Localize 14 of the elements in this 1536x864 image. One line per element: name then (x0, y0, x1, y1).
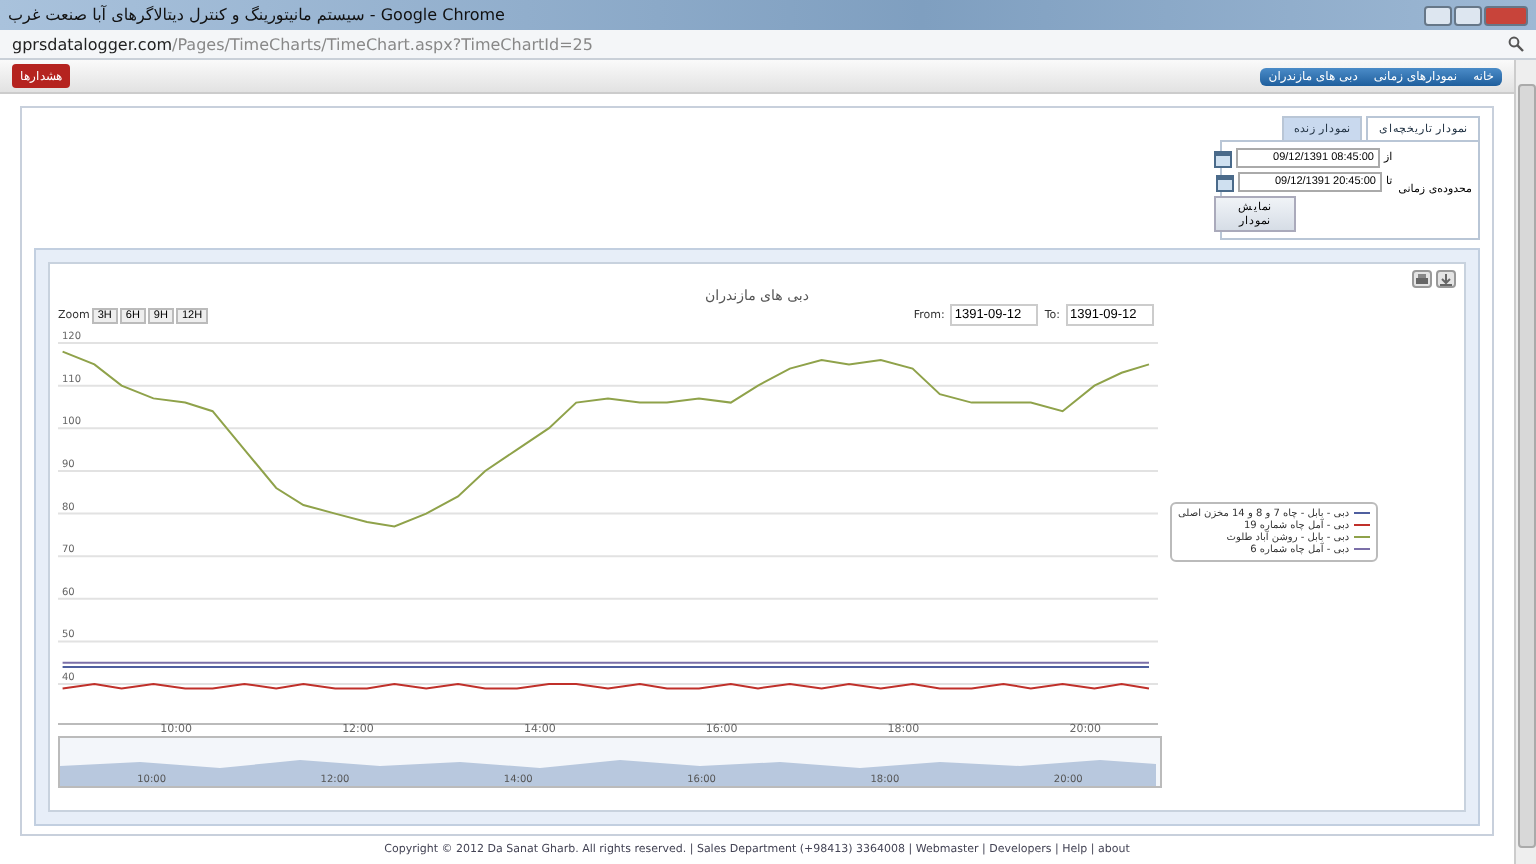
close-button[interactable] (1484, 5, 1528, 25)
minimize-button[interactable] (1424, 5, 1452, 25)
legend-line (1353, 536, 1370, 538)
legend-line (1353, 512, 1370, 514)
maximize-button[interactable] (1454, 5, 1482, 25)
calendar-icon[interactable] (1215, 173, 1234, 191)
scrollbar[interactable] (1514, 60, 1536, 864)
calendar-icon[interactable] (1213, 149, 1232, 167)
search-icon[interactable] (1508, 36, 1524, 52)
legend-line (1353, 548, 1370, 550)
print-button[interactable] (1412, 270, 1432, 288)
window-title: سیستم مانیتورینگ و کنترل دیتالاگرهای آبا صنعت غرب - Google Chrome (8, 6, 505, 24)
legend-line (1353, 524, 1370, 526)
download-button[interactable] (1436, 270, 1456, 288)
